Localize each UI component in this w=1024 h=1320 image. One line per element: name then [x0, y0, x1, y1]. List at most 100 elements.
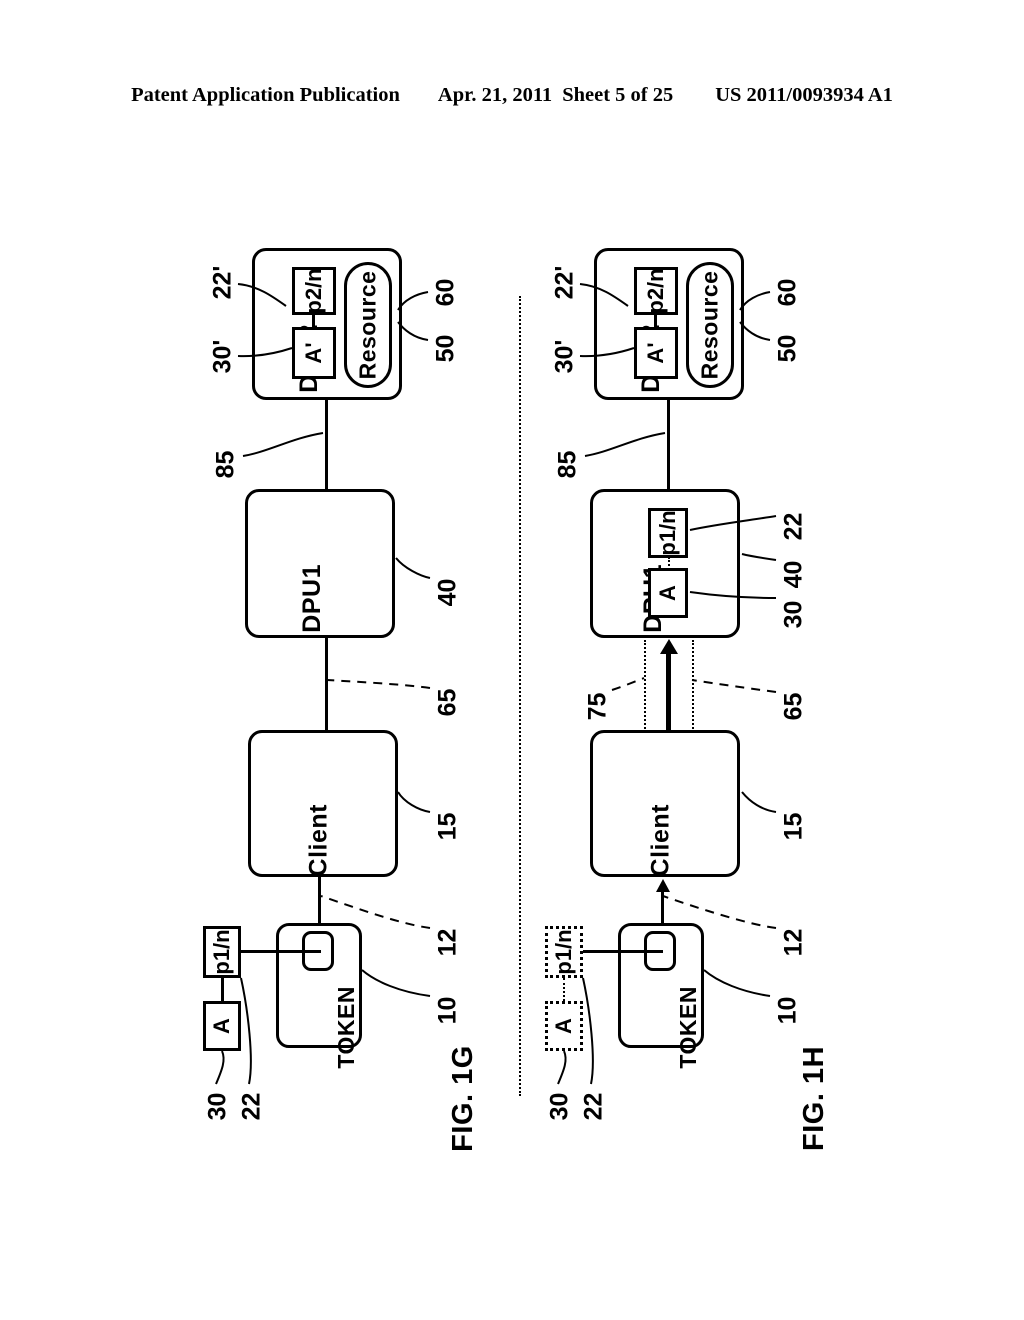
leader-30	[215, 1050, 225, 1085]
chip-p1n-label: p1/n	[209, 929, 234, 975]
ref-15: 15	[433, 812, 462, 841]
ref-50: 50	[431, 334, 460, 363]
flow-arrow-token-client	[661, 890, 664, 923]
figure-1g-caption: FIG. 1G	[446, 1045, 479, 1152]
leader-50	[739, 321, 771, 341]
chip-a-label: A	[209, 1018, 234, 1034]
leader-65	[691, 679, 777, 693]
chip-p2n: p2/n	[292, 267, 336, 315]
chip-p2n-label: p2/n	[301, 268, 326, 314]
chip-p1n-token: p1/n	[545, 926, 583, 978]
figure-1h-caption: FIG. 1H	[798, 1045, 831, 1152]
figure-1h: DPU2 p2/n A' Resource DPU1 p1/n A	[512, 0, 1024, 1320]
ref-12: 12	[779, 928, 808, 957]
chip-p2n: p2/n	[634, 267, 678, 315]
leader-60	[739, 291, 771, 311]
ref-65: 65	[433, 688, 462, 717]
chip-p1n-token-label: p1/n	[551, 929, 576, 975]
chip-a-prime-label: A'	[301, 342, 326, 364]
chip-a-dpu1: A	[648, 568, 688, 618]
leader-85	[584, 432, 666, 457]
leader-40	[741, 553, 777, 561]
ref-22: 22	[237, 1092, 266, 1121]
ref-75: 75	[583, 692, 612, 721]
client-label: Client	[646, 803, 675, 876]
leader-65	[326, 679, 431, 689]
leader-60	[397, 291, 429, 311]
dpu1-label: DPU1	[297, 563, 326, 633]
leader-40	[395, 557, 431, 579]
leader-lines-1h	[557, 283, 777, 1085]
resource-box: Resource	[344, 262, 392, 388]
ref-10: 10	[433, 996, 462, 1025]
leader-15	[397, 791, 431, 813]
chip-p1n: p1/n	[203, 926, 241, 978]
wire-client-token	[318, 877, 321, 923]
leader-15	[741, 791, 777, 813]
chip-a-prime-label: A'	[643, 342, 668, 364]
ref-12: 12	[433, 928, 462, 957]
ref-30-token: 30	[545, 1092, 574, 1121]
resource-box: Resource	[686, 262, 734, 388]
client-box: Client	[248, 730, 398, 877]
leader-10	[361, 969, 431, 997]
client-box: Client	[590, 730, 740, 877]
leader-30-token	[557, 1050, 567, 1085]
chip-p1n-dpu1: p1/n	[648, 508, 688, 558]
chip-p2n-label: p2/n	[643, 268, 668, 314]
leader-lines-1g	[215, 283, 431, 1085]
ref-65: 65	[779, 692, 808, 721]
wire-p2n-aprime	[654, 313, 657, 329]
wire-p1n-a-token	[563, 978, 565, 1001]
leader-85	[242, 432, 324, 457]
client-label: Client	[304, 803, 333, 876]
wire-dpu1-client	[325, 638, 328, 731]
ref-60: 60	[431, 278, 460, 307]
figure-1g: DPU2 p2/n A' Resource DPU1 Client	[0, 0, 512, 1320]
ref-30prime: 30'	[550, 339, 579, 374]
ref-22prime: 22'	[550, 265, 579, 300]
flow-arrow-client-dpu1	[666, 652, 671, 730]
token-label: TOKEN	[333, 985, 360, 1069]
ref-15: 15	[779, 812, 808, 841]
ref-60: 60	[773, 278, 802, 307]
leader-50	[397, 321, 429, 341]
ref-85: 85	[553, 450, 582, 479]
wire-p1n-token	[241, 950, 321, 953]
ref-30: 30	[779, 600, 808, 629]
channel-rail-right	[692, 640, 694, 732]
wire-dpu2-dpu1	[667, 400, 670, 490]
ref-22-token: 22	[579, 1092, 608, 1121]
ref-30: 30	[203, 1092, 232, 1121]
ref-22prime: 22'	[208, 265, 237, 300]
wire-p1n-a-dpu1	[668, 557, 670, 570]
chip-a-prime: A'	[292, 327, 336, 379]
leader-10	[703, 969, 771, 997]
leader-22	[240, 977, 252, 1085]
wire-dpu2-dpu1	[325, 400, 328, 490]
resource-label: Resource	[354, 270, 381, 380]
dpu1-box: DPU1	[245, 489, 395, 638]
channel-rail-left	[644, 640, 646, 732]
leader-75	[611, 677, 645, 691]
ref-40: 40	[433, 578, 462, 607]
resource-label: Resource	[696, 270, 723, 380]
chip-a: A	[203, 1001, 241, 1051]
wire-p1n-a	[221, 978, 224, 1001]
ref-10: 10	[773, 996, 802, 1025]
ref-40: 40	[779, 560, 808, 589]
chip-a-token: A	[545, 1001, 583, 1051]
chip-p1n-dpu1-label: p1/n	[655, 510, 680, 556]
figures-area: DPU2 p2/n A' Resource DPU1 Client	[0, 0, 1024, 1320]
chip-a-prime: A'	[634, 327, 678, 379]
wire-p1n-token	[583, 950, 663, 953]
ref-22: 22	[779, 512, 808, 541]
token-label: TOKEN	[675, 985, 702, 1069]
chip-a-token-label: A	[551, 1018, 576, 1034]
ref-85: 85	[211, 450, 240, 479]
chip-a-dpu1-label: A	[655, 585, 680, 601]
wire-p2n-aprime	[312, 313, 315, 329]
leader-22-token	[582, 977, 594, 1085]
ref-30prime: 30'	[208, 339, 237, 374]
ref-50: 50	[773, 334, 802, 363]
